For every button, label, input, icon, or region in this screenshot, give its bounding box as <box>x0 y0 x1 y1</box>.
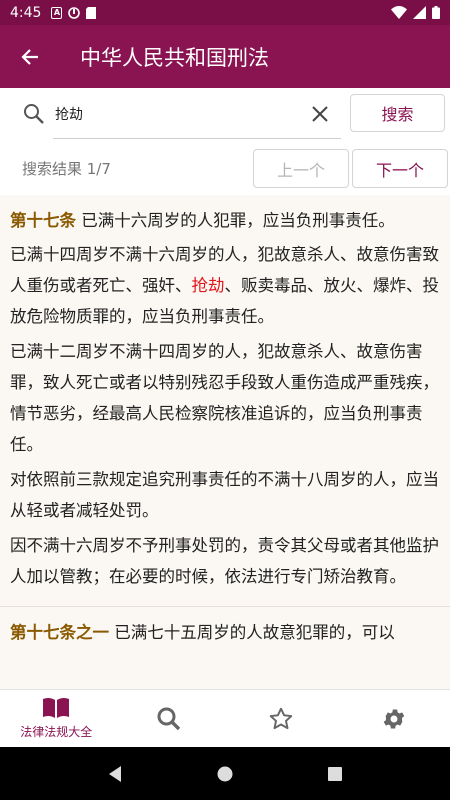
article-paragraph: 已满十二周岁不满十四周岁的人，犯故意杀人、故意伤害罪，致人死亡或者以特别残忍手段… <box>10 342 439 454</box>
back-button[interactable] <box>0 25 60 88</box>
search-input[interactable] <box>55 96 341 132</box>
nav-label-library: 法律法规大全 <box>20 725 93 739</box>
star-icon <box>269 707 293 729</box>
book-icon <box>43 697 70 718</box>
recents-square-icon[interactable] <box>327 766 343 782</box>
home-circle-icon[interactable] <box>216 765 234 783</box>
search-panel: 搜索 搜索结果 1/7 上一个 下一个 <box>0 88 450 195</box>
shield-notification-icon <box>68 6 81 19</box>
nav-item-settings[interactable] <box>338 690 450 747</box>
next-result-button[interactable]: 下一个 <box>352 149 448 188</box>
back-triangle-icon[interactable] <box>107 765 123 783</box>
app-bar: 中华人民共和国刑法 <box>0 25 450 88</box>
article-paragraph: 因不满十六周岁不予刑事处罚的，责令其父母或者其他监护人加以管教；在必要的时候，依… <box>10 536 439 586</box>
signal-icon <box>413 6 426 19</box>
nav-item-search[interactable] <box>113 690 226 747</box>
article-header: 第十七条 已满十六周岁的人犯罪，应当负刑事责任。 <box>10 207 440 235</box>
search-input-underline <box>53 138 341 139</box>
article-first-line: 已满七十五周岁的人故意犯罪的，可以 <box>114 623 395 642</box>
article-first-line: 已满十六周岁的人犯罪，应当负刑事责任。 <box>81 211 395 230</box>
nav-item-library[interactable]: 法律法规大全 <box>0 690 113 747</box>
law-content-area[interactable]: 第十七条 已满十六周岁的人犯罪，应当负刑事责任。 已满十四周岁不满十六周岁的人，… <box>0 195 450 689</box>
battery-icon <box>432 6 440 19</box>
article-number: 第十七条 <box>10 211 76 230</box>
sd-card-icon <box>86 6 97 19</box>
close-icon <box>312 106 328 122</box>
system-navigation-bar <box>0 747 450 800</box>
clear-search-button[interactable] <box>306 100 334 128</box>
status-time: 4:45 <box>10 4 42 21</box>
search-button[interactable]: 搜索 <box>350 94 445 132</box>
article-header: 第十七条之一 已满七十五周岁的人故意犯罪的，可以 <box>10 619 440 647</box>
article-paragraph: 对依照前三款规定追究刑事责任的不满十八周岁的人，应当从轻或者减轻处罚。 <box>10 470 439 520</box>
arrow-back-icon <box>21 48 38 65</box>
wifi-icon <box>391 6 407 19</box>
app-notification-icon: A <box>51 6 63 19</box>
search-highlight: 抢劫 <box>191 276 225 295</box>
article-block: 第十七条之一 已满七十五周岁的人故意犯罪的，可以 <box>0 607 450 659</box>
previous-result-button[interactable]: 上一个 <box>253 149 349 188</box>
gear-icon <box>383 708 405 729</box>
page-title: 中华人民共和国刑法 <box>80 45 269 70</box>
article-block: 第十七条 已满十六周岁的人犯罪，应当负刑事责任。 已满十四周岁不满十六周岁的人，… <box>0 195 450 606</box>
article-paragraph: 已满十四周岁不满十六周岁的人，犯故意杀人、故意伤害致人重伤或者死亡、强奸、抢劫、… <box>10 239 440 332</box>
article-number: 第十七条之一 <box>10 623 109 642</box>
search-icon <box>22 102 48 128</box>
status-bar: 4:45 A <box>0 0 450 25</box>
bottom-navigation: 法律法规大全 <box>0 689 450 747</box>
nav-item-favorites[interactable] <box>225 690 338 747</box>
search-icon <box>157 707 180 730</box>
search-result-count: 搜索结果 1/7 <box>22 160 111 178</box>
